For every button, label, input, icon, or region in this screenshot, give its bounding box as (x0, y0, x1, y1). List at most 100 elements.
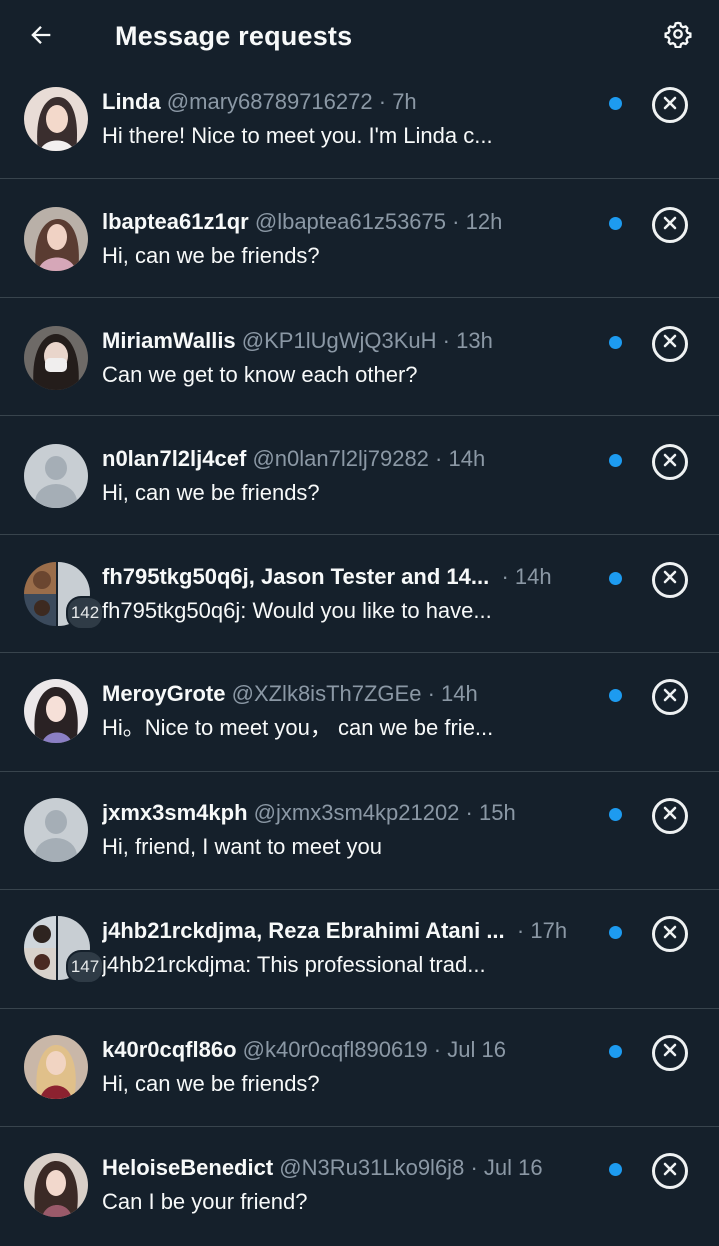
avatar (24, 916, 56, 980)
sender-handle: @mary68789716272 (166, 89, 373, 114)
dismiss-button[interactable] (652, 1034, 688, 1071)
timestamp: 15h (479, 799, 516, 825)
member-count-badge: 142 (66, 595, 104, 630)
timestamp: 17h (530, 918, 568, 943)
unread-dot (609, 689, 622, 702)
close-icon (663, 453, 677, 472)
request-content: j4hb21rckdjma, Reza Ebrahimi Atani ... ·… (102, 916, 599, 980)
list-item[interactable]: n0lan7l2lj4cef @n0lan7l2lj79282 · 14h Hi… (0, 416, 719, 535)
dismiss-button[interactable] (652, 916, 688, 952)
close-icon (663, 925, 677, 944)
sender-handle: @jxmx3sm4kp21202 (253, 799, 460, 825)
message-preview: Hi, can we be friends? (102, 1070, 320, 1096)
dismiss-button[interactable] (652, 87, 688, 123)
unread-dot (609, 335, 622, 349)
avatar[interactable] (24, 87, 88, 151)
avatar[interactable] (24, 1153, 88, 1217)
avatar[interactable] (24, 1034, 88, 1099)
separator: · (465, 799, 473, 825)
list-item[interactable]: 147 j4hb21rckdjma, Reza Ebrahimi Atani .… (0, 890, 719, 1009)
timestamp: 7h (392, 89, 417, 114)
request-content: HeloiseBenedict @N3Ru31Lko9l6j8 · Jul 16… (102, 1153, 599, 1217)
unread-dot (609, 1044, 622, 1058)
group-avatar[interactable]: 147 (24, 916, 104, 984)
list-item[interactable]: HeloiseBenedict @N3Ru31Lko9l6j8 · Jul 16… (0, 1127, 719, 1246)
avatar[interactable] (24, 679, 88, 743)
sender-name: MeroyGrote (102, 681, 226, 706)
request-content: fh795tkg50q6j, Jason Tester and 14... · … (102, 562, 599, 626)
request-content: Linda @mary68789716272 · 7h Hi there! Ni… (102, 87, 599, 151)
sender-name: n0lan7l2lj4cef (102, 446, 247, 471)
separator: · (510, 918, 525, 943)
separator: · (452, 209, 460, 234)
list-item[interactable]: MeroyGrote @XZlk8isTh7ZGEe · 14h Hi。Nice… (0, 653, 719, 772)
avatar[interactable] (24, 325, 88, 390)
sender-name: k40r0cqfl86o (102, 1036, 237, 1062)
list-item[interactable]: k40r0cqfl86o @k40r0cqfl890619 · Jul 16 H… (0, 1009, 719, 1127)
top-bar: Message requests (0, 0, 719, 75)
list-item[interactable]: MiriamWallis @KP1lUgWjQ3KuH · 13h Can we… (0, 298, 719, 416)
group-avatar[interactable]: 142 (24, 561, 104, 630)
sender-handle: @n0lan7l2lj79282 (252, 446, 429, 471)
unread-dot (609, 571, 622, 585)
close-icon (663, 216, 677, 235)
message-preview: Hi, can we be friends? (102, 480, 320, 505)
close-icon (663, 806, 677, 825)
sender-name: Linda (102, 89, 161, 114)
sender-name: fh795tkg50q6j, Jason Tester and 14... (102, 563, 490, 589)
timestamp: 14h (514, 563, 552, 589)
close-icon (663, 570, 677, 589)
list-item[interactable]: lbaptea61z1qr @lbaptea61z53675 · 12h Hi,… (0, 179, 719, 298)
timestamp: Jul 16 (483, 1155, 543, 1180)
avatar[interactable] (24, 444, 88, 508)
dismiss-button[interactable] (652, 207, 688, 243)
message-preview: Hi, friend, I want to meet you (102, 833, 383, 859)
avatar[interactable] (24, 797, 88, 862)
separator: · (435, 446, 443, 471)
dismiss-button[interactable] (652, 679, 688, 715)
sender-handle: @k40r0cqfl890619 (242, 1036, 428, 1062)
dismiss-button[interactable] (652, 1153, 688, 1189)
sender-handle: @lbaptea61z53675 (254, 209, 447, 234)
dismiss-button[interactable] (652, 561, 688, 598)
unread-dot (609, 807, 622, 821)
list-item[interactable]: Linda @mary68789716272 · 7h Hi there! Ni… (0, 75, 719, 179)
close-icon (663, 96, 677, 115)
dismiss-button[interactable] (652, 797, 688, 834)
request-content: MeroyGrote @XZlk8isTh7ZGEe · 14h Hi。Nice… (102, 679, 599, 743)
dismiss-button[interactable] (652, 325, 688, 362)
avatar (24, 561, 56, 626)
close-icon (663, 1162, 677, 1181)
separator: · (427, 681, 435, 706)
request-content: lbaptea61z1qr @lbaptea61z53675 · 12h Hi,… (102, 207, 599, 271)
sender-name: jxmx3sm4kph (102, 799, 248, 825)
sender-handle: @N3Ru31Lko9l6j8 (279, 1155, 465, 1180)
sender-handle: @KP1lUgWjQ3KuH (241, 327, 437, 353)
message-request-list: Linda @mary68789716272 · 7h Hi there! Ni… (0, 75, 719, 1246)
timestamp: 13h (456, 327, 493, 353)
member-count-badge: 147 (66, 950, 104, 984)
close-icon (663, 334, 677, 353)
settings-button[interactable] (658, 16, 698, 56)
message-preview: Hi there! Nice to meet you. I'm Linda c.… (102, 123, 493, 148)
back-button[interactable] (22, 18, 60, 56)
dismiss-button[interactable] (652, 444, 688, 480)
arrow-left-icon (27, 21, 55, 54)
separator: · (495, 563, 509, 589)
message-preview: Hi, can we be friends? (102, 243, 320, 268)
list-item[interactable]: jxmx3sm4kph @jxmx3sm4kp21202 · 15h Hi, f… (0, 772, 719, 890)
message-preview: Hi。Nice to meet you， can we be frie... (102, 715, 494, 740)
timestamp: 14h (441, 681, 478, 706)
separator: · (433, 1036, 442, 1062)
timestamp: 14h (448, 446, 486, 471)
sender-name: j4hb21rckdjma, Reza Ebrahimi Atani ... (102, 918, 505, 943)
unread-dot (609, 926, 622, 939)
separator: · (442, 327, 450, 353)
sender-name: MiriamWallis (102, 327, 236, 353)
sender-name: lbaptea61z1qr (102, 209, 249, 234)
avatar[interactable] (24, 207, 88, 271)
list-item[interactable]: 142 fh795tkg50q6j, Jason Tester and 14..… (0, 535, 719, 653)
unread-dot (609, 454, 622, 467)
message-preview: j4hb21rckdjma: This professional trad... (102, 952, 486, 977)
request-content: jxmx3sm4kph @jxmx3sm4kp21202 · 15h Hi, f… (102, 798, 599, 862)
